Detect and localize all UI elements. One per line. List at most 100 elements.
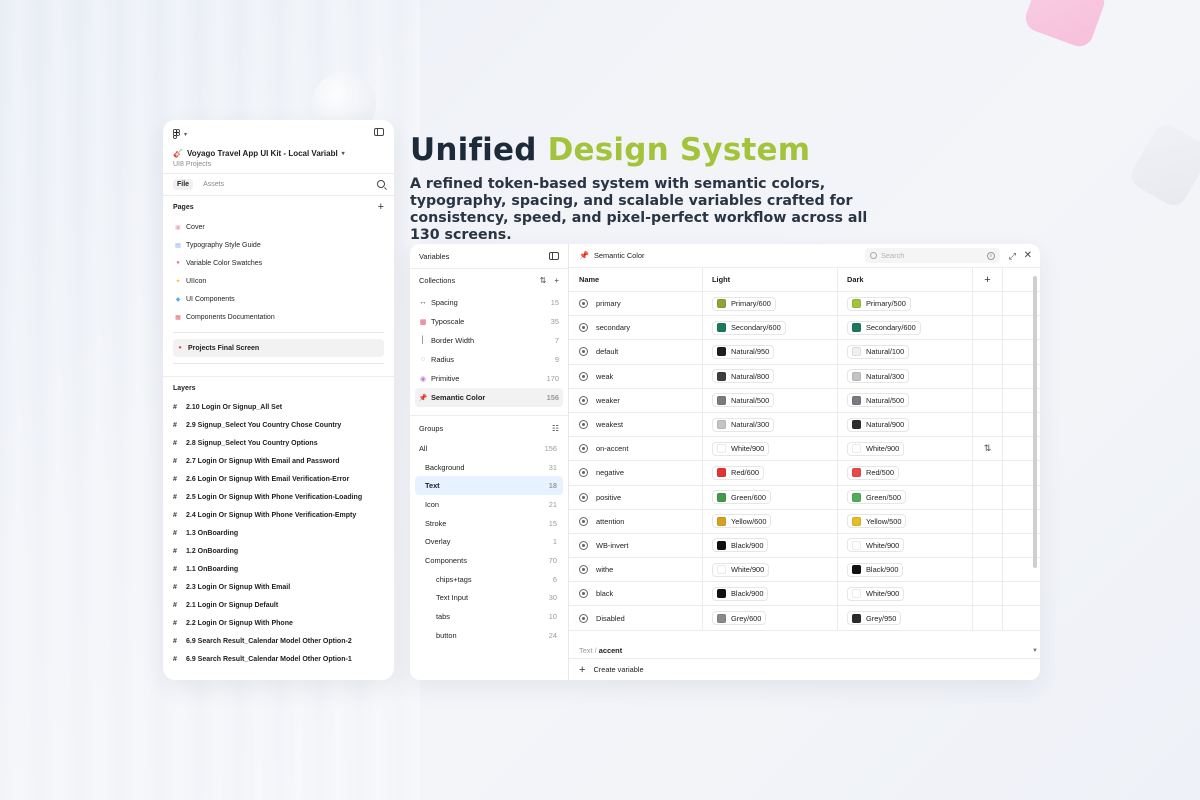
file-title[interactable]: 🎸 Voyago Travel App UI Kit - Local Varia…: [173, 149, 384, 158]
variable-name-cell[interactable]: positive: [569, 485, 703, 509]
table-row[interactable]: negative Red/600 Red/500: [569, 461, 1040, 486]
dark-value-cell[interactable]: Natural/900: [838, 412, 973, 437]
group-item[interactable]: chips+tags 6: [415, 570, 563, 589]
scrollbar[interactable]: [1033, 276, 1037, 568]
expand-icon[interactable]: ⤢: [1009, 251, 1016, 262]
dark-value-cell[interactable]: Secondary/600: [838, 316, 973, 340]
collection-item[interactable]: │ Border Width 7: [415, 331, 563, 350]
page-item[interactable]: ▣ Cover: [173, 218, 384, 236]
dark-value-cell[interactable]: Natural/300: [838, 364, 973, 388]
layer-item[interactable]: #1.2 OnBoarding: [173, 542, 384, 560]
page-item-current[interactable]: ● Projects Final Screen: [173, 339, 384, 357]
dark-value-cell[interactable]: White/900: [838, 437, 973, 461]
table-row[interactable]: secondary Secondary/600 Secondary/600: [569, 316, 1040, 341]
page-item[interactable]: ◆ UI Components: [173, 290, 384, 308]
group-item[interactable]: Text 18: [415, 476, 563, 496]
variable-name-cell[interactable]: weakest: [569, 412, 703, 437]
variable-name-cell[interactable]: negative: [569, 461, 703, 485]
dark-value-cell[interactable]: Primary/500: [838, 292, 973, 316]
light-value-cell[interactable]: Natural/800: [703, 364, 838, 388]
dark-value-cell[interactable]: Black/900: [838, 558, 973, 582]
light-value-cell[interactable]: Natural/300: [703, 412, 838, 437]
layer-item[interactable]: #1.3 OnBoarding: [173, 524, 384, 542]
table-row[interactable]: weak Natural/800 Natural/300: [569, 364, 1040, 389]
dark-value-cell[interactable]: Red/500: [838, 461, 973, 485]
collection-item[interactable]: 📌 Semantic Color 156: [415, 388, 563, 407]
light-value-cell[interactable]: Primary/600: [703, 292, 838, 316]
light-value-cell[interactable]: Secondary/600: [703, 316, 838, 340]
variable-name-cell[interactable]: attention: [569, 509, 703, 533]
group-list-icon[interactable]: ☷: [552, 424, 559, 433]
dark-value-chip[interactable]: Green/500: [847, 490, 906, 505]
light-value-cell[interactable]: Black/900: [703, 582, 838, 606]
light-value-chip[interactable]: Natural/300: [712, 417, 775, 432]
adjust-icon[interactable]: ⇅: [540, 276, 547, 285]
tab-file[interactable]: File: [173, 179, 194, 190]
group-item[interactable]: Overlay 1: [415, 532, 563, 551]
variable-name-cell[interactable]: withe: [569, 558, 703, 582]
dark-value-cell[interactable]: Yellow/500: [838, 509, 973, 533]
variable-name-cell[interactable]: black: [569, 582, 703, 606]
layer-item[interactable]: #2.5 Login Or Signup With Phone Verifica…: [173, 488, 384, 506]
layer-item[interactable]: #6.9 Search Result_Calendar Model Other …: [173, 650, 384, 668]
page-item[interactable]: ▦ Components Documentation: [173, 308, 384, 326]
dark-value-chip[interactable]: Primary/500: [847, 296, 911, 311]
layer-item[interactable]: #2.9 Signup_Select You Country Chose Cou…: [173, 416, 384, 434]
table-row[interactable]: Disabled Grey/600 Grey/950: [569, 606, 1040, 631]
variable-name-cell[interactable]: on-accent: [569, 437, 703, 461]
group-item[interactable]: Background 31: [415, 458, 563, 477]
group-item[interactable]: Components 70: [415, 551, 563, 570]
light-value-cell[interactable]: Yellow/600: [703, 509, 838, 533]
layer-item[interactable]: #2.4 Login Or Signup With Phone Verifica…: [173, 506, 384, 524]
light-value-chip[interactable]: Natural/500: [712, 393, 775, 408]
collection-item[interactable]: ↔ Spacing 15: [415, 293, 563, 312]
table-row[interactable]: weaker Natural/500 Natural/500: [569, 388, 1040, 413]
tab-assets[interactable]: Assets: [199, 179, 228, 190]
sidebar-toggle-icon[interactable]: [374, 128, 384, 136]
dark-value-chip[interactable]: Grey/950: [847, 611, 902, 626]
light-value-chip[interactable]: Black/900: [712, 586, 769, 601]
dark-value-cell[interactable]: White/900: [838, 533, 973, 558]
panel-toggle-icon[interactable]: [549, 252, 559, 260]
chevron-down-icon[interactable]: ▾: [184, 131, 187, 138]
dark-value-chip[interactable]: Natural/500: [847, 393, 910, 408]
light-value-chip[interactable]: Secondary/600: [712, 320, 786, 335]
table-row[interactable]: WB-invert Black/900 White/900: [569, 533, 1040, 559]
table-row[interactable]: weakest Natural/300 Natural/900: [569, 412, 1040, 438]
page-item[interactable]: ✦ UIIcon: [173, 272, 384, 290]
light-value-cell[interactable]: Red/600: [703, 461, 838, 485]
dark-value-cell[interactable]: Natural/100: [838, 340, 973, 364]
light-value-cell[interactable]: Black/900: [703, 533, 838, 558]
dark-value-cell[interactable]: Green/500: [838, 485, 973, 509]
dark-value-chip[interactable]: Yellow/500: [847, 514, 907, 529]
dark-value-chip[interactable]: Black/900: [847, 562, 904, 577]
light-value-chip[interactable]: Green/600: [712, 490, 771, 505]
dark-value-chip[interactable]: White/900: [847, 586, 905, 601]
light-value-chip[interactable]: Grey/600: [712, 611, 767, 626]
light-value-chip[interactable]: Black/900: [712, 538, 769, 553]
layer-item[interactable]: #2.3 Login Or Signup With Email: [173, 578, 384, 596]
collection-item[interactable]: ▦ Typoscale 35: [415, 312, 563, 331]
add-mode-icon[interactable]: +: [973, 268, 1003, 291]
dark-value-chip[interactable]: White/900: [847, 538, 905, 553]
add-collection-icon[interactable]: +: [554, 276, 559, 285]
light-value-chip[interactable]: Natural/950: [712, 344, 775, 359]
light-value-chip[interactable]: Red/600: [712, 465, 764, 480]
create-variable-button[interactable]: + Create variable: [569, 658, 1040, 680]
dark-value-chip[interactable]: Natural/100: [847, 344, 910, 359]
light-value-chip[interactable]: Yellow/600: [712, 514, 772, 529]
dark-value-chip[interactable]: Secondary/600: [847, 320, 921, 335]
light-value-chip[interactable]: Natural/800: [712, 369, 775, 384]
layer-item[interactable]: #2.1 Login Or Signup Default: [173, 596, 384, 614]
dark-value-chip[interactable]: White/900: [847, 441, 905, 456]
dark-value-chip[interactable]: Natural/300: [847, 369, 910, 384]
group-item[interactable]: tabs 10: [415, 607, 563, 626]
light-value-cell[interactable]: White/900: [703, 437, 838, 461]
light-value-cell[interactable]: Grey/600: [703, 606, 838, 630]
collection-item[interactable]: ◉ Primitive 170: [415, 369, 563, 388]
adjust-icon[interactable]: ⇅: [984, 443, 992, 454]
figma-logo-icon[interactable]: [173, 129, 181, 139]
table-row[interactable]: on-accent White/900 White/900 ⇅: [569, 437, 1040, 462]
group-item[interactable]: button 24: [415, 626, 563, 645]
add-page-icon[interactable]: +: [378, 201, 384, 213]
